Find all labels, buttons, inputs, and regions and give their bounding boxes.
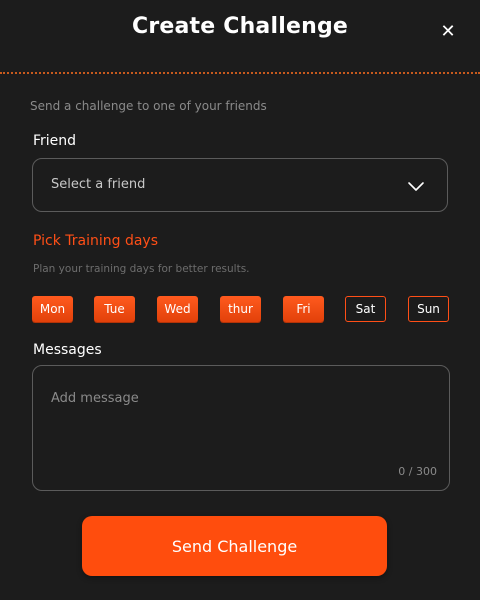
day-button-wed[interactable]: Wed bbox=[157, 296, 198, 322]
modal-header: Create Challenge ✕ bbox=[0, 0, 480, 72]
friend-label: Friend bbox=[33, 133, 77, 149]
training-days-picker: Mon Tue Wed thur Fri Sat Sun bbox=[32, 296, 450, 324]
messages-label: Messages bbox=[33, 342, 102, 358]
header-divider bbox=[0, 72, 480, 74]
message-textarea[interactable]: Add message 0 / 300 bbox=[32, 365, 450, 491]
day-button-fri[interactable]: Fri bbox=[283, 296, 324, 322]
training-days-subtitle: Plan your training days for better resul… bbox=[33, 263, 250, 275]
day-button-sun[interactable]: Sun bbox=[408, 296, 449, 322]
day-button-mon[interactable]: Mon bbox=[32, 296, 73, 322]
day-button-tue[interactable]: Tue bbox=[94, 296, 135, 322]
form-subtitle: Send a challenge to one of your friends bbox=[30, 99, 267, 113]
day-button-thur[interactable]: thur bbox=[220, 296, 261, 322]
create-challenge-modal: Create Challenge ✕ Send a challenge to o… bbox=[0, 0, 480, 600]
message-char-counter: 0 / 300 bbox=[398, 465, 437, 478]
send-challenge-button[interactable]: Send Challenge bbox=[82, 516, 387, 576]
chevron-down-icon bbox=[408, 182, 424, 191]
modal-title: Create Challenge bbox=[131, 14, 349, 39]
training-days-title: Pick Training days bbox=[33, 233, 159, 249]
day-button-sat[interactable]: Sat bbox=[345, 296, 386, 322]
friend-select-value: Select a friend bbox=[51, 177, 146, 192]
close-icon[interactable]: ✕ bbox=[436, 20, 460, 44]
friend-select[interactable]: Select a friend bbox=[32, 158, 448, 212]
message-placeholder: Add message bbox=[51, 391, 139, 406]
